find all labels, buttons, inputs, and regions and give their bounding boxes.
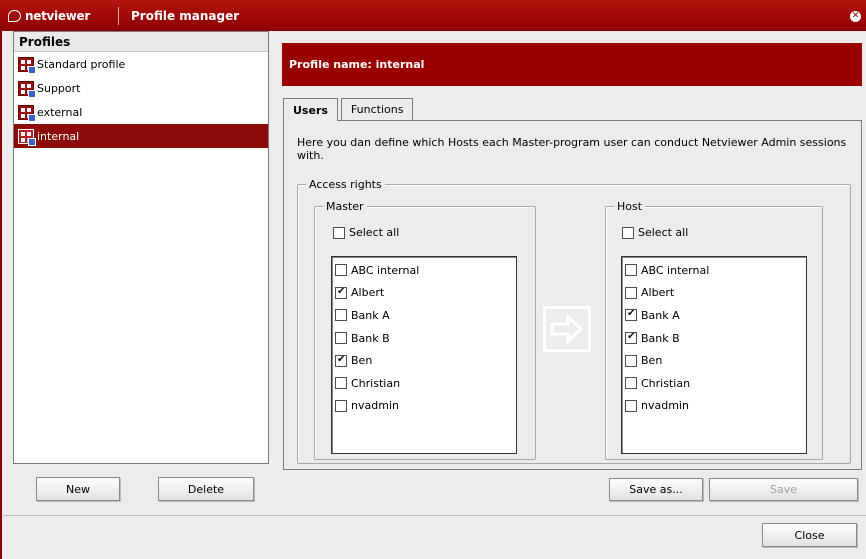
master-list-item[interactable]: ABC internal bbox=[332, 259, 516, 282]
profile-item-label: Support bbox=[37, 81, 81, 95]
master-user-label: nvadmin bbox=[351, 399, 399, 413]
master-legend: Master bbox=[323, 200, 367, 213]
master-user-checkbox[interactable] bbox=[335, 264, 347, 277]
footer-divider bbox=[3, 515, 866, 516]
close-icon[interactable]: ✕ bbox=[850, 11, 861, 22]
host-list-item[interactable]: ABC internal bbox=[622, 259, 806, 282]
master-user-label: Albert bbox=[351, 286, 385, 300]
host-select-all[interactable]: Select all bbox=[622, 226, 688, 239]
profiles-list: Standard profile Support external internal bbox=[14, 52, 268, 148]
window-title: Profile manager bbox=[131, 8, 240, 23]
master-user-checkbox[interactable] bbox=[335, 286, 347, 299]
host-user-checkbox[interactable] bbox=[625, 399, 637, 412]
master-list-item[interactable]: nvadmin bbox=[332, 395, 516, 418]
host-user-checkbox[interactable] bbox=[625, 331, 637, 345]
master-select-all-checkbox[interactable] bbox=[333, 226, 345, 239]
master-user-label: ABC internal bbox=[351, 263, 420, 277]
profiles-panel: Profiles Standard profile Support external… bbox=[13, 31, 269, 464]
transfer-arrow bbox=[543, 306, 591, 352]
brand-name: netviewer bbox=[25, 8, 90, 23]
host-user-label: Christian bbox=[641, 376, 691, 390]
host-user-checkbox[interactable] bbox=[625, 286, 637, 299]
tab-users[interactable]: Users bbox=[283, 98, 338, 121]
host-user-checkbox[interactable] bbox=[625, 377, 637, 390]
host-user-list[interactable]: ABC internal Albert Bank A Bank B Ben Christi… bbox=[621, 256, 807, 454]
master-user-label: Bank A bbox=[351, 308, 390, 322]
profile-item[interactable]: internal bbox=[14, 124, 268, 148]
host-select-all-checkbox[interactable] bbox=[622, 226, 634, 239]
master-list-item[interactable]: Christian bbox=[332, 372, 516, 395]
master-user-list[interactable]: ABC internal Albert Bank A Bank B Ben Christi… bbox=[331, 256, 517, 454]
master-user-label: Ben bbox=[351, 354, 373, 368]
arrow-right-icon bbox=[550, 314, 584, 344]
host-user-label: Bank A bbox=[641, 308, 680, 322]
master-user-checkbox[interactable] bbox=[335, 377, 347, 390]
description-text: Here you dan define which Hosts each Mas… bbox=[297, 136, 847, 162]
profile-icon bbox=[18, 104, 36, 122]
new-profile-button[interactable]: New bbox=[36, 477, 120, 501]
title-separator bbox=[118, 6, 119, 25]
title-bar: netviewer Profile manager ✕ bbox=[0, 0, 866, 31]
host-user-checkbox[interactable] bbox=[625, 308, 637, 322]
host-user-label: Bank B bbox=[641, 331, 680, 345]
host-user-label: Ben bbox=[641, 354, 663, 368]
master-user-checkbox[interactable] bbox=[335, 354, 347, 367]
profile-icon bbox=[18, 80, 36, 98]
host-user-label: Albert bbox=[641, 286, 675, 300]
window-frame-left bbox=[0, 31, 6, 559]
delete-profile-button[interactable]: Delete bbox=[158, 477, 254, 501]
profile-item[interactable]: Standard profile bbox=[14, 52, 268, 76]
master-select-all[interactable]: Select all bbox=[333, 226, 399, 239]
save-as-button[interactable]: Save as... bbox=[609, 478, 703, 501]
close-button[interactable]: Close bbox=[762, 523, 857, 547]
master-user-checkbox[interactable] bbox=[335, 309, 347, 322]
tab-functions[interactable]: Functions bbox=[340, 98, 414, 120]
profile-icon bbox=[18, 128, 36, 146]
master-list-item[interactable]: Bank B bbox=[332, 327, 516, 350]
profile-icon bbox=[18, 56, 36, 74]
profile-name-banner: Profile name: internal bbox=[282, 43, 862, 86]
master-list-item[interactable]: Ben bbox=[332, 349, 516, 372]
host-list-item[interactable]: Bank B bbox=[622, 327, 806, 350]
master-user-label: Christian bbox=[351, 376, 401, 390]
netviewer-logo: netviewer bbox=[0, 9, 118, 23]
profile-item-label: internal bbox=[37, 129, 80, 143]
master-user-checkbox[interactable] bbox=[335, 399, 347, 412]
host-select-all-label: Select all bbox=[638, 226, 689, 239]
host-user-checkbox[interactable] bbox=[625, 264, 637, 277]
save-button[interactable]: Save bbox=[709, 478, 858, 501]
speech-bubble-icon bbox=[8, 9, 21, 22]
access-rights-legend: Access rights bbox=[306, 178, 385, 191]
profile-buttons: New Delete bbox=[13, 477, 269, 503]
master-list-item[interactable]: Albert bbox=[332, 282, 516, 305]
host-list-item[interactable]: Ben bbox=[622, 349, 806, 372]
profile-item[interactable]: Support bbox=[14, 76, 268, 100]
profile-item-label: external bbox=[37, 105, 83, 119]
host-list-item[interactable]: nvadmin bbox=[622, 395, 806, 418]
profiles-header: Profiles bbox=[14, 32, 268, 52]
profile-item-label: Standard profile bbox=[37, 57, 126, 71]
host-legend: Host bbox=[614, 200, 646, 213]
host-user-checkbox[interactable] bbox=[625, 354, 637, 367]
host-list-item[interactable]: Christian bbox=[622, 372, 806, 395]
master-user-label: Bank B bbox=[351, 331, 390, 345]
host-user-label: ABC internal bbox=[641, 263, 710, 277]
master-user-checkbox[interactable] bbox=[335, 332, 347, 345]
profile-item[interactable]: external bbox=[14, 100, 268, 124]
master-list-item[interactable]: Bank A bbox=[332, 304, 516, 327]
host-list-item[interactable]: Albert bbox=[622, 282, 806, 305]
tab-bar: Users Functions bbox=[283, 98, 416, 121]
master-select-all-label: Select all bbox=[349, 226, 400, 239]
host-list-item[interactable]: Bank A bbox=[622, 304, 806, 327]
host-user-label: nvadmin bbox=[641, 399, 689, 413]
